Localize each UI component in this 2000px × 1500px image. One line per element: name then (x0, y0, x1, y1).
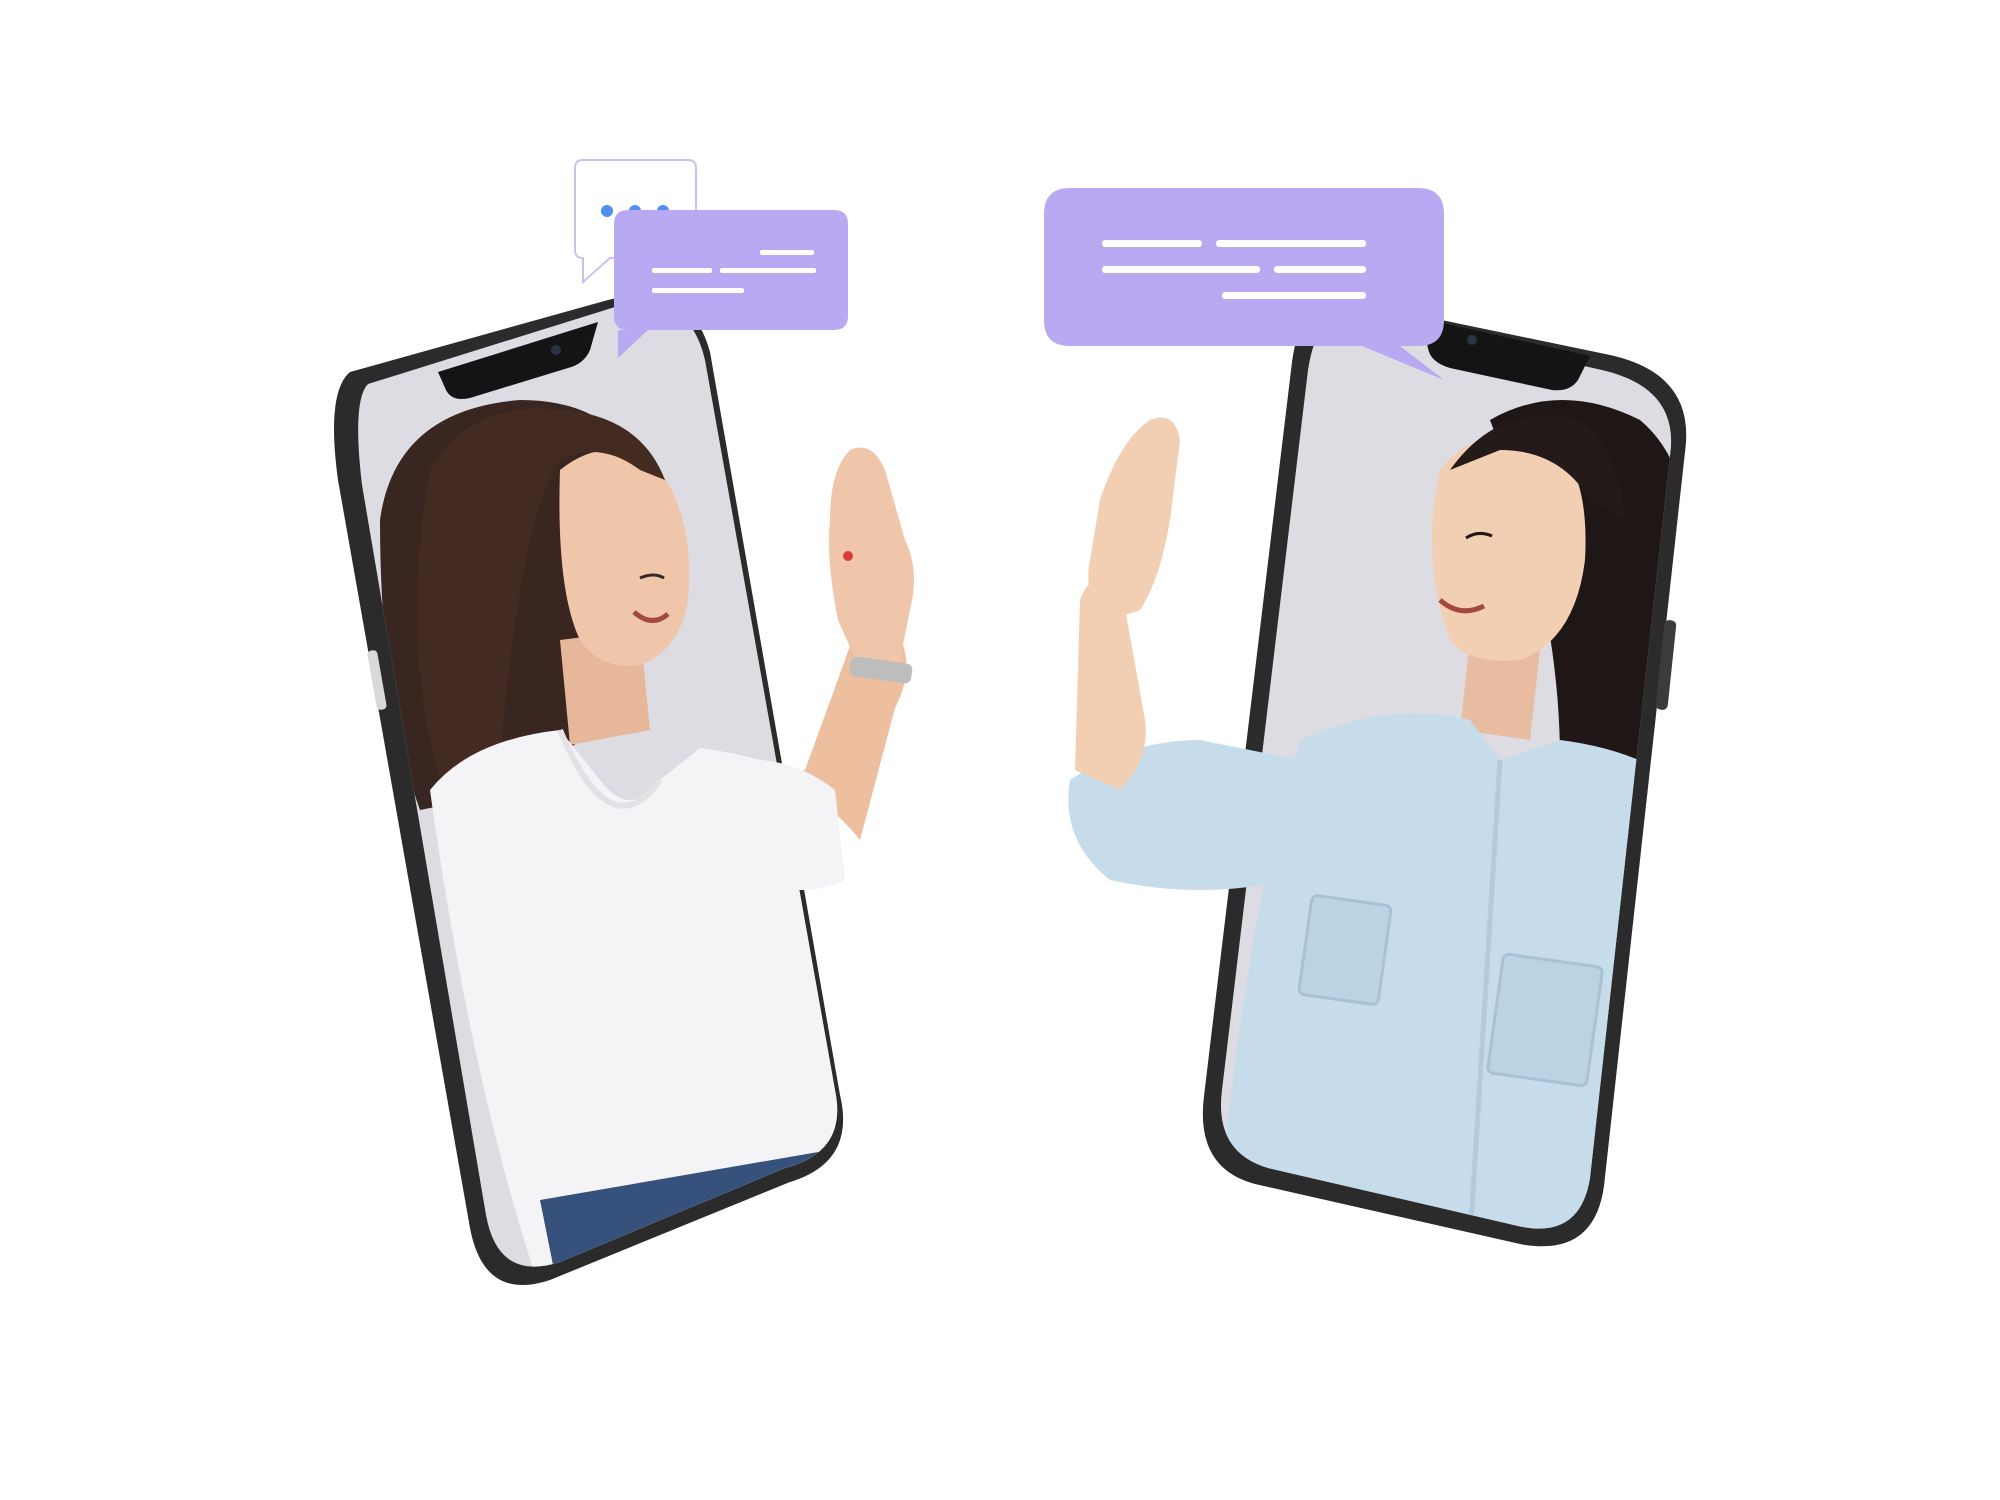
left-person-raised-hand (829, 447, 914, 672)
right-phone (1068, 298, 1687, 1247)
illustration-scene (0, 0, 2000, 1500)
left-phone (334, 294, 914, 1286)
illustration-canvas (334, 159, 1687, 1286)
chat-message-bubble-icon (1044, 188, 1444, 380)
right-person-raised-hand (1088, 417, 1180, 620)
left-phone-camera (551, 345, 561, 355)
right-phone-camera (1467, 335, 1477, 345)
